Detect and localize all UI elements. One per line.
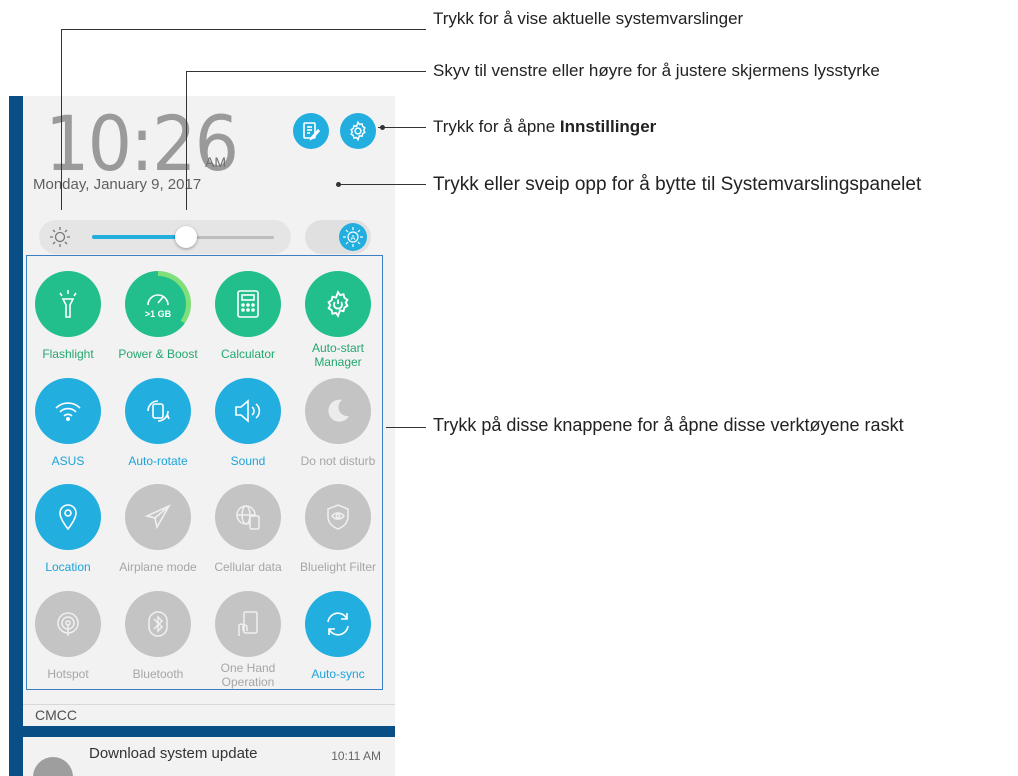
brightness-fill xyxy=(92,235,184,239)
auto-brightness-icon: A xyxy=(339,223,367,251)
callout-dot-4 xyxy=(336,182,341,187)
sun-icon xyxy=(50,227,70,247)
annotation-settings: Trykk for å åpne Innstillinger xyxy=(433,117,656,137)
callout-line-3 xyxy=(378,127,426,128)
brightness-knob[interactable] xyxy=(175,226,197,248)
notification-item[interactable]: Download system update 10:11 AM xyxy=(23,737,395,776)
clock: 10:26 xyxy=(45,99,239,188)
callout-line-2-v xyxy=(186,71,187,210)
carrier-name: CMCC xyxy=(35,707,77,723)
edit-notes-icon xyxy=(303,122,321,141)
carrier-bar: CMCC xyxy=(23,704,395,726)
notification-time: 10:11 AM xyxy=(331,749,381,763)
annotation-swipe: Trykk eller sveip opp for å bytte til Sy… xyxy=(433,174,922,195)
callout-line-4 xyxy=(338,184,426,185)
edit-notes-button[interactable] xyxy=(293,113,329,149)
callout-line-2 xyxy=(186,71,426,72)
annotation-settings-text: Trykk for å åpne xyxy=(433,117,560,136)
highlight-frame xyxy=(26,255,383,690)
phone-screen: 10:26 AM Monday, January 9, 2017 A Flash… xyxy=(9,96,395,776)
annotation-quick-tools: Trykk på disse knappene for å åpne disse… xyxy=(433,415,904,435)
auto-brightness-toggle[interactable]: A xyxy=(305,220,371,254)
annotation-settings-bold: Innstillinger xyxy=(559,117,657,136)
notification-title: Download system update xyxy=(89,745,258,762)
svg-text:A: A xyxy=(351,235,356,242)
quick-settings-panel[interactable]: 10:26 AM Monday, January 9, 2017 A Flash… xyxy=(23,96,395,726)
callout-dot-3 xyxy=(380,125,385,130)
settings-button[interactable] xyxy=(340,113,376,149)
annotation-brightness: Skyv til venstre eller høyre for å juste… xyxy=(433,61,880,80)
callout-line-5 xyxy=(386,427,426,428)
callout-line-1-v xyxy=(61,29,62,210)
clock-ampm: AM xyxy=(205,154,226,170)
brightness-slider[interactable] xyxy=(39,220,291,254)
settings-gear-icon xyxy=(350,120,366,142)
date-label: Monday, January 9, 2017 xyxy=(33,176,202,193)
download-icon xyxy=(33,757,73,776)
annotation-notifications: Trykk for å vise aktuelle systemvarsling… xyxy=(433,9,744,28)
callout-line-1 xyxy=(61,29,426,30)
